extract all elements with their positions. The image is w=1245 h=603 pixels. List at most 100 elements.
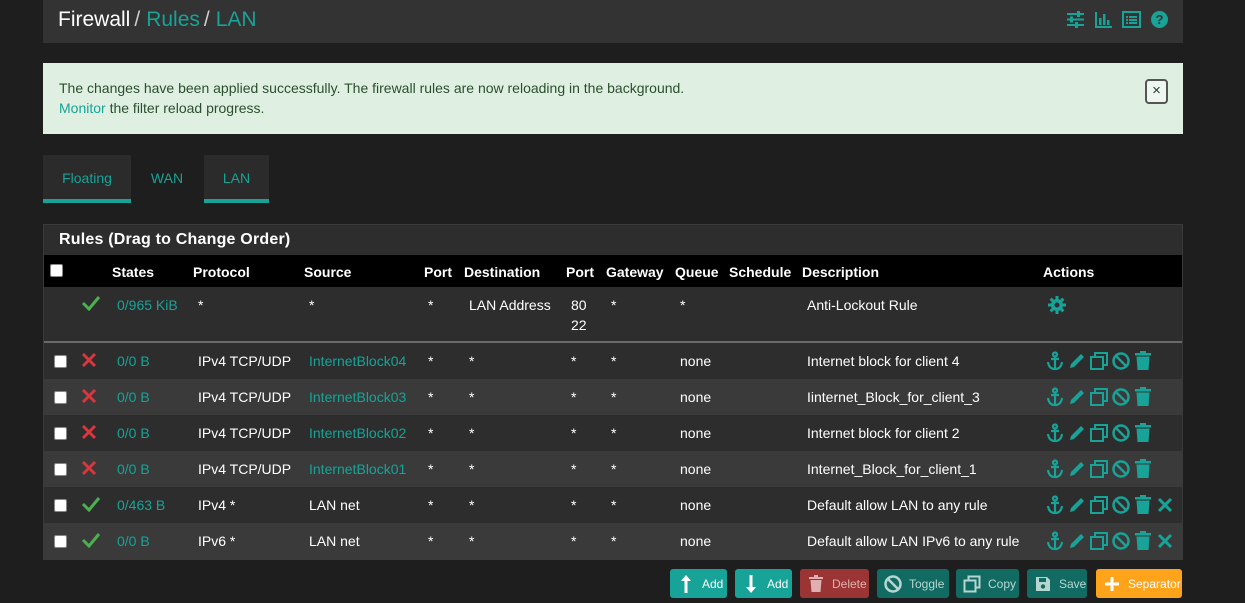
trash-icon[interactable] bbox=[1133, 387, 1153, 407]
title-bar: Firewall / Rules / LAN ? bbox=[43, 0, 1183, 43]
source-cell[interactable]: InternetBlock02 bbox=[309, 425, 406, 441]
table-row[interactable]: 0/0 B IPv4 TCP/UDP InternetBlock02 * * * * none… bbox=[44, 415, 1182, 451]
delete-button[interactable]: Delete bbox=[800, 569, 869, 598]
block-icon bbox=[81, 388, 97, 407]
help-icon[interactable]: ? bbox=[1150, 10, 1169, 29]
col-states: States bbox=[112, 264, 155, 280]
clone-icon[interactable] bbox=[1089, 387, 1109, 407]
chart-icon[interactable] bbox=[1094, 10, 1113, 29]
toggle-button[interactable]: Toggle bbox=[877, 569, 949, 598]
dest-port-cell: * bbox=[571, 389, 577, 405]
dest-port-cell: * bbox=[571, 353, 577, 369]
col-port: Port bbox=[424, 264, 452, 280]
ban-icon[interactable] bbox=[1111, 387, 1131, 407]
trash-icon[interactable] bbox=[1133, 351, 1153, 371]
col-protocol: Protocol bbox=[193, 264, 250, 280]
ban-icon[interactable] bbox=[1111, 423, 1131, 443]
pencil-icon[interactable] bbox=[1067, 351, 1087, 371]
table-row[interactable]: 0/463 B IPv4 * LAN net * * * * none Default allo… bbox=[44, 487, 1182, 523]
clone-icon[interactable] bbox=[1089, 351, 1109, 371]
add-top-button[interactable]: Add bbox=[670, 569, 727, 598]
ban-icon[interactable] bbox=[1111, 351, 1131, 371]
row-checkbox[interactable] bbox=[54, 499, 67, 512]
close-icon[interactable]: × bbox=[1145, 79, 1168, 104]
states-cell[interactable]: 0/0 B bbox=[117, 461, 150, 477]
pass-icon bbox=[81, 532, 101, 551]
copy-button[interactable]: Copy bbox=[956, 569, 1019, 598]
list-icon[interactable] bbox=[1122, 10, 1141, 29]
port-cell: * bbox=[428, 461, 434, 477]
source-cell[interactable]: InternetBlock01 bbox=[309, 461, 406, 477]
select-all-checkbox[interactable] bbox=[50, 264, 63, 277]
states-cell[interactable]: 0/0 B bbox=[117, 389, 150, 405]
port-cell: * bbox=[428, 425, 434, 441]
table-row[interactable]: 0/0 B IPv4 TCP/UDP InternetBlock03 * * * * none… bbox=[44, 379, 1182, 415]
anchor-icon[interactable] bbox=[1045, 495, 1065, 515]
states-cell[interactable]: 0/0 B bbox=[117, 353, 150, 369]
pencil-icon[interactable] bbox=[1067, 531, 1087, 551]
add-bottom-button[interactable]: Add bbox=[735, 569, 792, 598]
ban-icon[interactable] bbox=[1111, 531, 1131, 551]
clone-icon[interactable] bbox=[1089, 459, 1109, 479]
pass-icon bbox=[81, 295, 101, 314]
anchor-icon[interactable] bbox=[1045, 351, 1065, 371]
states-cell[interactable]: 0/0 B bbox=[117, 533, 150, 549]
states-cell[interactable]: 0/463 B bbox=[117, 497, 165, 513]
source-cell: LAN net bbox=[309, 497, 360, 513]
col-actions: Actions bbox=[1043, 264, 1095, 280]
row-actions bbox=[1045, 459, 1153, 479]
tab-lan[interactable]: LAN bbox=[204, 155, 269, 203]
breadcrumb-rules-link[interactable]: Rules bbox=[146, 8, 200, 31]
clone-icon[interactable] bbox=[1089, 495, 1109, 515]
row-checkbox[interactable] bbox=[54, 535, 67, 548]
monitor-link[interactable]: Monitor bbox=[59, 100, 106, 116]
breadcrumb-lan-link[interactable]: LAN bbox=[216, 8, 257, 31]
table-row[interactable]: 0/0 B IPv4 TCP/UDP InternetBlock01 * * * * none… bbox=[44, 451, 1182, 487]
row-checkbox[interactable] bbox=[54, 463, 67, 476]
clone-icon[interactable] bbox=[1089, 531, 1109, 551]
tab-wan[interactable]: WAN bbox=[141, 155, 193, 203]
delete-x-icon[interactable] bbox=[1155, 531, 1175, 551]
queue-cell: * bbox=[680, 297, 686, 313]
anchor-icon[interactable] bbox=[1045, 423, 1065, 443]
protocol-cell: IPv4 * bbox=[198, 497, 236, 513]
pencil-icon[interactable] bbox=[1067, 459, 1087, 479]
sliders-icon[interactable] bbox=[1066, 10, 1085, 29]
save-button[interactable]: Save bbox=[1027, 569, 1087, 598]
states-cell[interactable]: 0/0 B bbox=[117, 425, 150, 441]
table-row[interactable]: 0/0 B IPv4 TCP/UDP InternetBlock04 * * * * none… bbox=[44, 343, 1182, 379]
pencil-icon[interactable] bbox=[1067, 387, 1087, 407]
description-cell: Default allow LAN IPv6 to any rule bbox=[807, 533, 1020, 549]
separator-button[interactable]: Separator bbox=[1096, 569, 1182, 598]
ban-icon[interactable] bbox=[1111, 459, 1131, 479]
pencil-icon[interactable] bbox=[1067, 495, 1087, 515]
row-checkbox[interactable] bbox=[54, 391, 67, 404]
alert-message: The changes have been applied successful… bbox=[59, 80, 685, 96]
destination-cell: * bbox=[469, 353, 475, 369]
row-actions bbox=[1045, 495, 1175, 515]
source-cell[interactable]: InternetBlock03 bbox=[309, 389, 406, 405]
trash-icon[interactable] bbox=[1133, 459, 1153, 479]
tab-floating[interactable]: Floating bbox=[43, 155, 131, 203]
delete-x-icon[interactable] bbox=[1155, 495, 1175, 515]
pencil-icon[interactable] bbox=[1067, 423, 1087, 443]
row-checkbox[interactable] bbox=[54, 427, 67, 440]
anchor-icon[interactable] bbox=[1045, 531, 1065, 551]
source-cell[interactable]: InternetBlock04 bbox=[309, 353, 406, 369]
port-cell: * bbox=[428, 497, 434, 513]
gear-icon[interactable] bbox=[1047, 295, 1067, 318]
table-row[interactable]: 0/0 B IPv6 * LAN net * * * * none Default allow … bbox=[44, 523, 1182, 559]
trash-icon[interactable] bbox=[1133, 423, 1153, 443]
ban-icon[interactable] bbox=[1111, 495, 1131, 515]
clone-icon[interactable] bbox=[1089, 423, 1109, 443]
row-checkbox[interactable] bbox=[54, 355, 67, 368]
gateway-cell: * bbox=[611, 533, 617, 549]
anchor-icon[interactable] bbox=[1045, 459, 1065, 479]
anchor-icon[interactable] bbox=[1045, 387, 1065, 407]
states-cell[interactable]: 0/965 KiB bbox=[117, 297, 178, 313]
table-row[interactable]: 0/965 KiB * * * LAN Address 80 22 * * An… bbox=[44, 287, 1182, 343]
trash-icon[interactable] bbox=[1133, 531, 1153, 551]
trash-icon[interactable] bbox=[1133, 495, 1153, 515]
queue-cell: none bbox=[680, 461, 712, 477]
col-schedule: Schedule bbox=[729, 264, 792, 280]
